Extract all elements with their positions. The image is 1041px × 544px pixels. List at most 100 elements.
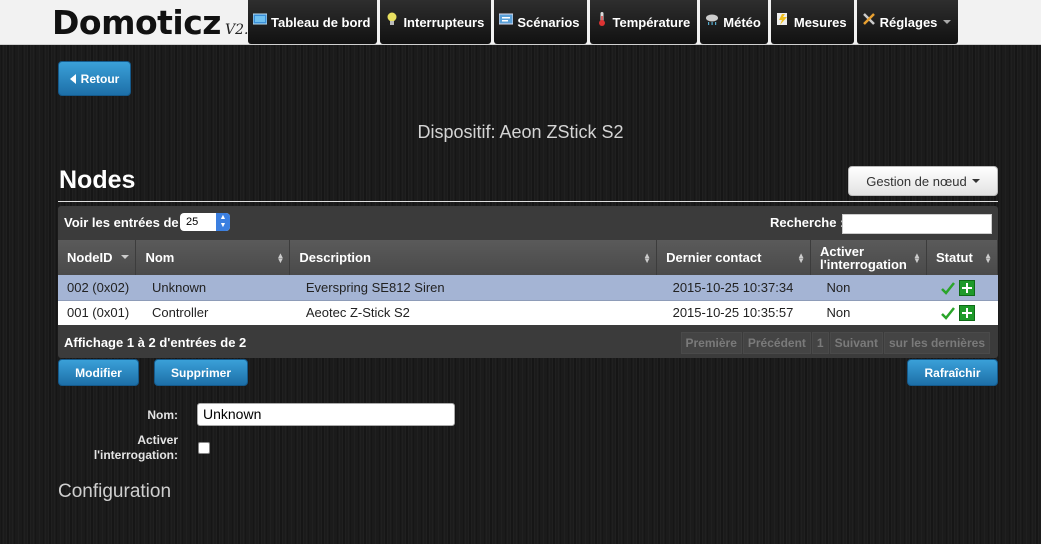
sort-desc-icon — [121, 255, 130, 259]
cell-node-id: 002 (0x02) — [58, 275, 136, 301]
col-status-label: Statut — [935, 250, 973, 265]
cell-description: Everspring SE812 Siren — [289, 275, 657, 301]
sort-icon: ▲ ▼ — [643, 251, 652, 265]
page-length-value: 25 — [186, 216, 199, 228]
back-button-label: Retour — [80, 71, 120, 86]
app-name: Domoticz — [52, 3, 221, 42]
table-row[interactable]: 001 (0x01) Controller Aeotec Z-Stick S2 … — [58, 300, 998, 325]
page-prev-button[interactable]: Précédent — [742, 332, 811, 354]
nav-weather[interactable]: Météo — [700, 0, 768, 44]
polling-checkbox[interactable] — [198, 442, 210, 454]
nodes-table: NodeID Nom ▲ ▼ Description ▲ ▼ Dernier conta… — [58, 240, 999, 325]
col-polling-label: Activer l'interrogation — [820, 243, 907, 272]
nav-scenes-label: Scénarios — [517, 14, 580, 30]
sort-icon: ▲ ▼ — [276, 251, 285, 265]
name-label: Nom: — [147, 408, 178, 422]
cell-node-id: 001 (0x01) — [58, 300, 136, 325]
search-input[interactable] — [842, 214, 992, 234]
check-icon — [941, 307, 956, 320]
refresh-button[interactable]: Rafraîchir — [907, 359, 998, 386]
updown-arrows-icon: ▲ ▼ — [216, 213, 230, 231]
configuration-title: Configuration — [58, 481, 172, 502]
refresh-button-label: Rafraîchir — [924, 365, 981, 380]
nav-dashboard-label: Tableau de bord — [271, 14, 371, 30]
show-entries-label: Voir les entrées de — [64, 215, 179, 230]
pagination: Première Précédent 1 Suivant sur les der… — [680, 332, 990, 354]
nodes-table-container: Voir les entrées de 25 ▲ ▼ Recherche : No… — [58, 206, 999, 358]
cell-last-contact: 2015-10-25 10:35:57 — [656, 300, 811, 325]
cell-name: Unknown — [135, 275, 290, 301]
node-management-label: Gestion de nœud — [866, 173, 967, 189]
cell-name: Controller — [135, 300, 290, 325]
chevron-down-icon — [971, 179, 980, 183]
col-status[interactable]: Statut ▲ ▼ — [926, 240, 999, 275]
table-info: Affichage 1 à 2 d'entrées de 2 — [64, 335, 247, 350]
add-icon[interactable] — [959, 305, 976, 322]
modify-button-label: Modifier — [75, 365, 122, 380]
table-row[interactable]: 002 (0x02) Unknown Everspring SE812 Sire… — [58, 275, 998, 301]
tools-icon — [862, 13, 875, 25]
nav-dashboard[interactable]: Tableau de bord — [248, 0, 378, 44]
col-name-label: Nom — [145, 250, 175, 265]
cell-status — [926, 300, 998, 325]
weather-icon — [706, 14, 719, 25]
back-button[interactable]: Retour — [58, 61, 131, 96]
cell-status — [926, 275, 998, 301]
nav-utility-label: Mesures — [793, 14, 847, 30]
search-label: Recherche : — [770, 215, 845, 230]
nav-scenes[interactable]: Scénarios — [494, 0, 587, 44]
section-title: Nodes — [59, 166, 136, 194]
page-next-button[interactable]: Suivant — [829, 332, 883, 354]
arrow-left-icon — [69, 73, 76, 84]
col-nodeid[interactable]: NodeID — [58, 240, 137, 275]
sort-icon: ▲ ▼ — [797, 251, 805, 265]
check-icon — [941, 281, 956, 295]
chevron-down-icon — [943, 20, 952, 24]
page-number-button[interactable]: 1 — [811, 332, 829, 354]
col-description-label: Description — [299, 250, 371, 265]
table-footer: Affichage 1 à 2 d'entrées de 2 Première … — [58, 326, 998, 358]
thermometer-icon — [598, 12, 605, 26]
col-last-contact[interactable]: Dernier contact ▲ ▼ — [656, 240, 811, 275]
device-title: Dispositif: Aeon ZStick S2 — [417, 122, 624, 142]
page-last-button[interactable]: sur les dernières — [883, 332, 990, 354]
col-nodeid-label: NodeID — [67, 250, 113, 265]
nav-switches[interactable]: Interrupteurs — [380, 0, 492, 44]
cell-last-contact: 2015-10-25 10:37:34 — [656, 275, 811, 301]
top-bar: DomoticzV2.2563 Tableau de bord Interrup… — [0, 0, 1041, 45]
nav-settings[interactable]: Réglages — [856, 0, 959, 44]
polling-label-line2: l'interrogation: — [93, 448, 178, 462]
nav-temperature-label: Température — [612, 14, 691, 30]
node-management-button[interactable]: Gestion de nœud — [848, 166, 998, 196]
table-toolbar: Voir les entrées de 25 ▲ ▼ Recherche : — [58, 206, 998, 238]
col-last-contact-label: Dernier contact — [666, 250, 762, 265]
nav-switches-label: Interrupteurs — [403, 14, 485, 30]
sort-icon: ▲ ▼ — [913, 251, 921, 265]
add-icon[interactable] — [959, 279, 976, 296]
col-description[interactable]: Description ▲ ▼ — [289, 240, 658, 275]
main-nav: Tableau de bord Interrupteurs Scénarios … — [248, 0, 961, 44]
cell-description: Aeotec Z-Stick S2 — [289, 300, 657, 325]
table-header-row: NodeID Nom ▲ ▼ Description ▲ ▼ Dernier conta… — [58, 240, 999, 275]
modify-button[interactable]: Modifier — [58, 359, 139, 386]
col-name[interactable]: Nom ▲ ▼ — [135, 240, 291, 275]
scenes-icon — [499, 13, 514, 25]
dashboard-icon — [253, 13, 267, 25]
utility-icon — [776, 13, 787, 25]
nav-weather-label: Météo — [723, 14, 761, 30]
lightbulb-icon — [387, 12, 397, 25]
page-first-button[interactable]: Première — [680, 332, 742, 354]
nav-temperature[interactable]: Température — [589, 0, 698, 44]
cell-polling: Non — [810, 275, 927, 301]
divider — [58, 201, 998, 202]
col-polling[interactable]: Activer l'interrogation ▲ ▼ — [810, 240, 927, 275]
delete-button[interactable]: Supprimer — [154, 359, 248, 386]
cell-polling: Non — [810, 300, 927, 325]
page-length-select[interactable]: 25 ▲ ▼ — [180, 213, 230, 231]
nav-utility[interactable]: Mesures — [770, 0, 854, 44]
delete-button-label: Supprimer — [170, 365, 231, 380]
sort-icon: ▲ ▼ — [984, 251, 992, 265]
name-input[interactable]: Unknown — [197, 403, 455, 426]
polling-label-line1: Activer — [137, 433, 178, 447]
nav-settings-label: Réglages — [879, 14, 938, 30]
